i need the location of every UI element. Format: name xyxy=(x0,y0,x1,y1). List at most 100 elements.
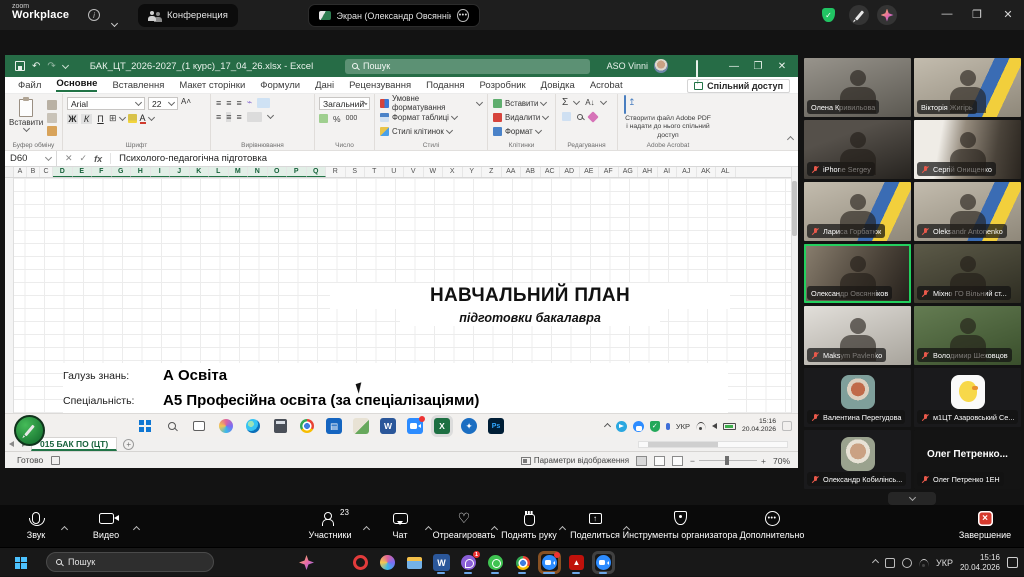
column-header[interactable]: AF xyxy=(599,167,619,177)
column-header[interactable]: AJ xyxy=(677,167,697,177)
participant-tile[interactable]: Олег Петренко... Олег Петренко 1ЕН xyxy=(914,430,1021,489)
column-header[interactable]: AA xyxy=(502,167,522,177)
host-tools-button[interactable]: Инструменты организатора xyxy=(618,509,742,540)
react-button[interactable]: ♡ Отреагировать xyxy=(428,509,500,540)
participants-chevron[interactable] xyxy=(364,519,369,537)
clock[interactable]: 15:1620.04.2026 xyxy=(742,418,776,434)
normal-view-icon[interactable] xyxy=(636,456,647,466)
column-header[interactable]: U xyxy=(385,167,405,177)
opera-icon[interactable] xyxy=(352,554,369,571)
participant-tile[interactable]: Лариса Горбатюк xyxy=(804,182,911,241)
tab-more-icon[interactable]: ••• xyxy=(457,9,469,22)
annotation-button[interactable] xyxy=(14,415,45,446)
participant-tile[interactable]: iPhone Sergey xyxy=(804,120,911,179)
tab-help[interactable]: Довідка xyxy=(541,80,575,91)
participant-tile[interactable]: м1ЦТ Азаровський Се... xyxy=(914,368,1021,427)
excel-close-button[interactable]: ✕ xyxy=(770,61,794,72)
insert-function-icon[interactable]: fx xyxy=(94,154,102,164)
participant-tile[interactable]: Валентина Перегудова xyxy=(804,368,911,427)
zoom-meeting-icon-active[interactable] xyxy=(541,554,558,571)
conditional-formatting-button[interactable]: Умовне форматування xyxy=(380,97,482,109)
save-icon[interactable] xyxy=(15,61,25,71)
column-header[interactable]: N xyxy=(248,167,268,177)
language-indicator[interactable]: УКР xyxy=(936,558,953,568)
italic-button[interactable]: К xyxy=(81,114,92,124)
new-sheet-icon[interactable]: + xyxy=(123,439,134,450)
font-color-icon[interactable]: А xyxy=(140,114,146,124)
acrobat-icon[interactable]: ▲ xyxy=(568,554,585,571)
start-button[interactable] xyxy=(12,554,29,571)
column-header[interactable]: O xyxy=(268,167,288,177)
display-options-button[interactable]: Параметри відображення xyxy=(521,456,629,465)
column-headers[interactable]: ABCDEFGHIJKLMNOPQRSTUVWXYZAAABACADAEAFAG… xyxy=(5,167,791,178)
tray-chevron-icon[interactable] xyxy=(604,422,611,429)
edge-icon[interactable] xyxy=(245,418,261,434)
tab-view[interactable]: Подання xyxy=(426,80,464,91)
column-header[interactable]: P xyxy=(287,167,307,177)
tab-data[interactable]: Дані xyxy=(315,80,334,91)
fill-icon[interactable] xyxy=(562,112,571,121)
column-header[interactable]: M xyxy=(229,167,249,177)
grow-font-icon[interactable]: А˄ xyxy=(181,97,191,110)
tray-icon[interactable] xyxy=(885,558,895,568)
column-header[interactable]: T xyxy=(365,167,385,177)
participant-tile[interactable]: Володимир Шеховцов xyxy=(914,306,1021,365)
paint-app-icon[interactable] xyxy=(353,418,369,434)
audio-options-chevron[interactable] xyxy=(62,519,67,537)
column-header[interactable]: K xyxy=(190,167,210,177)
enter-icon[interactable]: ✓ xyxy=(80,153,88,164)
copy-icon[interactable] xyxy=(47,113,57,123)
word-icon[interactable]: W xyxy=(433,554,450,571)
tab-review[interactable]: Рецензування xyxy=(349,80,411,91)
horizontal-scrollbar-thumb[interactable] xyxy=(648,442,718,447)
find-select-icon[interactable] xyxy=(577,114,583,120)
tab-developer[interactable]: Розробник xyxy=(479,80,525,91)
column-header[interactable]: AK xyxy=(697,167,717,177)
formula-content[interactable]: Психолого-педагогічна підготовка xyxy=(111,153,267,164)
security-shield-icon[interactable]: ✓ xyxy=(822,8,835,22)
column-header[interactable]: S xyxy=(346,167,366,177)
number-format-combo[interactable]: Загальний xyxy=(319,97,370,110)
file-explorer-icon[interactable] xyxy=(406,554,423,571)
column-header[interactable]: Q xyxy=(307,167,327,177)
copilot-button[interactable] xyxy=(298,554,315,571)
column-header[interactable]: G xyxy=(112,167,132,177)
task-view-icon[interactable] xyxy=(191,418,207,434)
tab-insert[interactable]: Вставлення xyxy=(112,80,164,91)
zoom-slider[interactable]: − + xyxy=(690,456,766,466)
app-icon[interactable]: ✦ xyxy=(461,418,477,434)
page-break-view-icon[interactable] xyxy=(672,456,683,466)
tab-screen-share[interactable]: Экран (Олександр Овсянніков) ••• xyxy=(308,4,480,27)
redo-icon[interactable]: ↷ xyxy=(47,61,55,72)
bold-button[interactable]: Ж xyxy=(67,114,78,124)
end-meeting-button[interactable]: × Завершение xyxy=(952,509,1018,540)
network-icon[interactable] xyxy=(919,559,929,567)
autosum-icon[interactable]: Σ xyxy=(562,97,568,108)
column-header[interactable]: AD xyxy=(560,167,580,177)
participants-button[interactable]: 23 Участники xyxy=(298,509,362,540)
chrome-icon[interactable] xyxy=(514,554,531,571)
font-size-combo[interactable]: 22 xyxy=(148,97,178,110)
raise-hand-button[interactable]: Поднять руку xyxy=(496,509,562,540)
tab-page-layout[interactable]: Макет сторінки xyxy=(179,80,245,91)
excel-minimize-button[interactable]: — xyxy=(722,61,746,72)
notification-icon[interactable] xyxy=(782,421,792,431)
antivirus-icon[interactable]: ✓ xyxy=(650,421,660,432)
sheet-grid[interactable]: НАВЧАЛЬНИЙ ПЛАН підготовки бакалавра Гал… xyxy=(5,178,791,436)
wrap-text-icon[interactable] xyxy=(257,98,270,108)
wifi-icon[interactable] xyxy=(696,422,706,430)
zoom-tray-icon[interactable] xyxy=(633,421,644,432)
participant-tile[interactable]: Олександр Кобилінсь... xyxy=(804,430,911,489)
fill-color-icon[interactable] xyxy=(128,114,137,123)
format-as-table-button[interactable]: Формат таблиці xyxy=(380,111,482,123)
zoom-in-icon[interactable]: + xyxy=(761,456,766,466)
merge-center-icon[interactable] xyxy=(247,112,262,122)
tab-acrobat[interactable]: Acrobat xyxy=(590,80,623,91)
align-top-icon[interactable]: ≡ xyxy=(216,98,220,108)
video-button[interactable]: Видео xyxy=(78,509,134,540)
chrome-icon[interactable] xyxy=(299,418,315,434)
currency-icon[interactable] xyxy=(319,114,328,123)
row-headers[interactable] xyxy=(5,178,14,436)
tab-formulas[interactable]: Формули xyxy=(260,80,300,91)
column-header[interactable]: AL xyxy=(716,167,736,177)
